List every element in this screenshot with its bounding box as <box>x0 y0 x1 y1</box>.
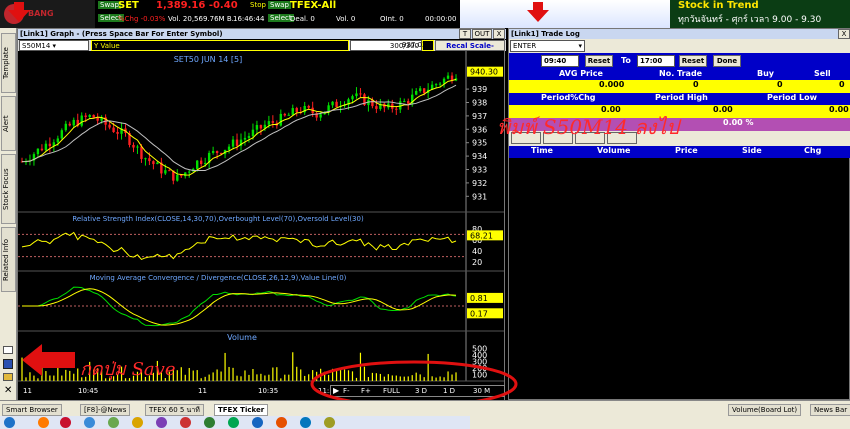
task-tfex-60[interactable]: TFEX 60 5 นาที <box>145 404 204 416</box>
app-icon-6[interactable] <box>156 417 167 428</box>
app-icon-7[interactable] <box>180 417 191 428</box>
app-icon-5[interactable] <box>132 417 143 428</box>
arrow-left-save <box>22 344 75 376</box>
app-icon-4[interactable] <box>108 417 119 428</box>
app-icon-8[interactable] <box>204 417 215 428</box>
app-icon-11[interactable] <box>300 417 311 428</box>
app-icon-1[interactable] <box>38 417 49 428</box>
app-icon-9[interactable] <box>252 417 263 428</box>
arrow-down-tradelog <box>527 2 549 22</box>
volume-board-lot[interactable]: Volume(Board Lot) <box>728 404 802 416</box>
app-icon-2[interactable] <box>60 417 71 428</box>
arrow-down-graph <box>8 2 30 22</box>
task-smart-browser[interactable]: Smart Browser <box>2 404 62 416</box>
system-tray <box>0 416 470 429</box>
app-icon-10[interactable] <box>276 417 287 428</box>
app-icon-12[interactable] <box>324 417 335 428</box>
line-icon[interactable] <box>228 417 239 428</box>
news-bar[interactable]: News Bar <box>810 404 850 416</box>
start-icon[interactable] <box>4 417 15 428</box>
save-annotation: กดปุ่ม Save <box>80 359 176 380</box>
task-news[interactable]: [F8]-@News <box>80 404 131 416</box>
app-icon-3[interactable] <box>84 417 95 428</box>
task-tfex-ticker[interactable]: TFEX Ticker <box>214 404 269 416</box>
